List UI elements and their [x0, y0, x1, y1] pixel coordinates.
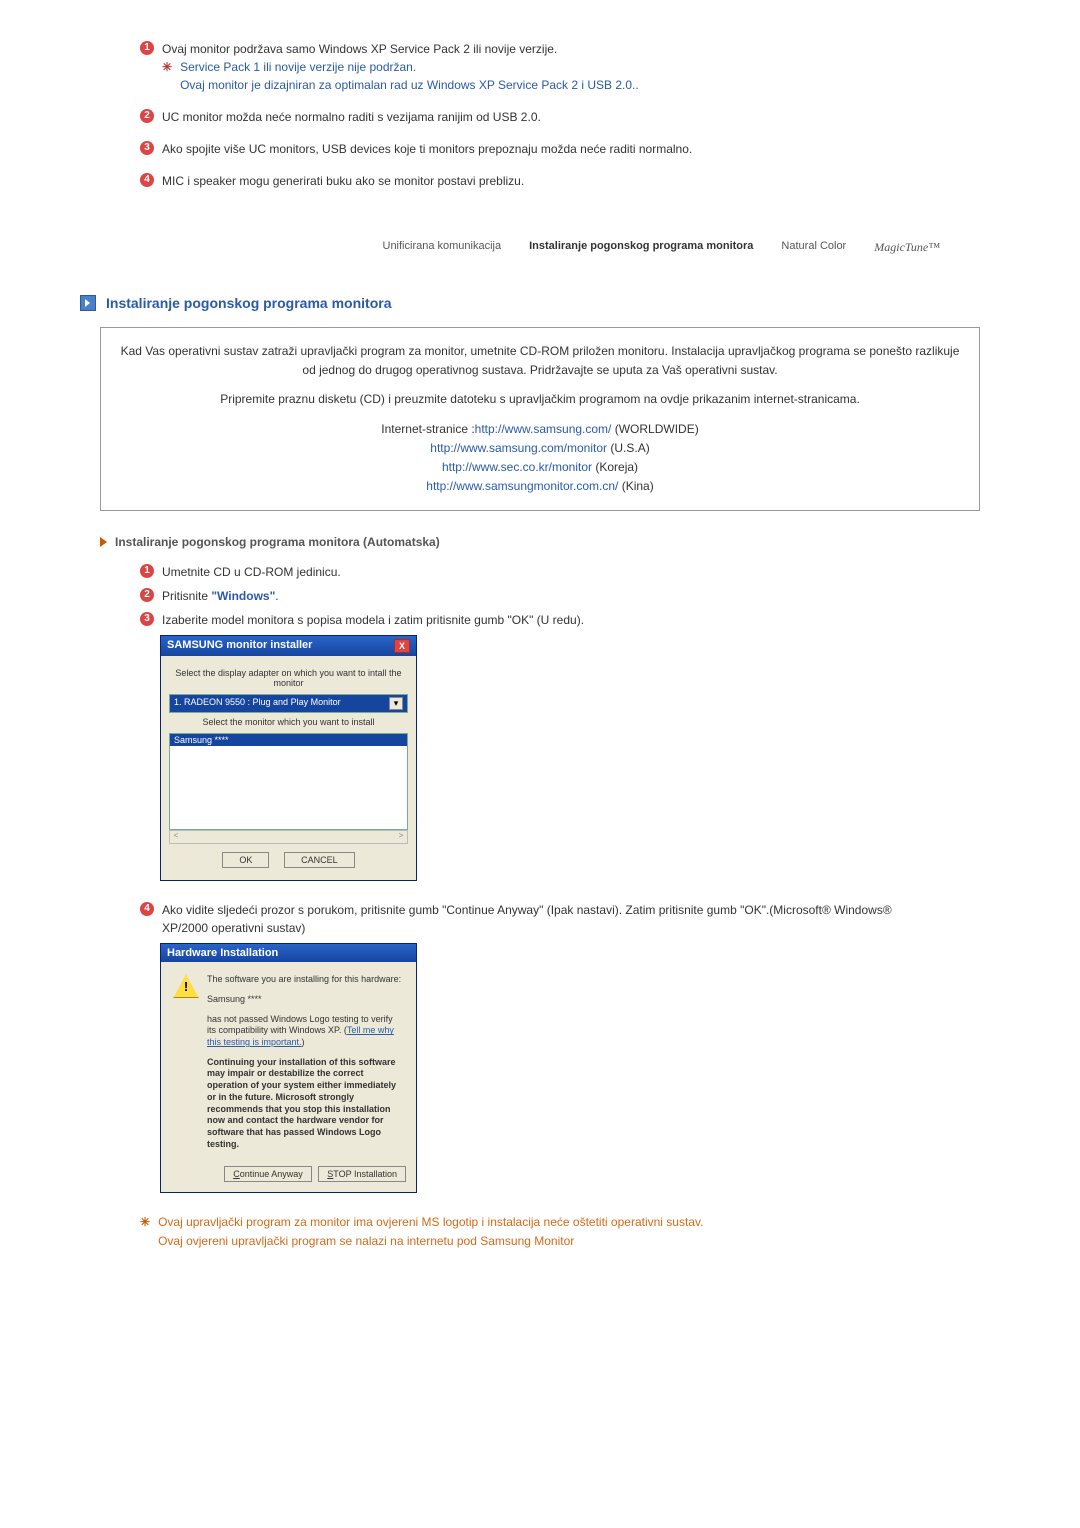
link-china-tag: (Kina) [618, 479, 653, 493]
top-notes: 1 Ovaj monitor podržava samo Windows XP … [140, 40, 940, 190]
hw-p2: Samsung **** [207, 994, 404, 1006]
link-korea[interactable]: http://www.sec.co.kr/monitor [442, 460, 592, 474]
hardware-install-dialog: Hardware Installation The software you a… [160, 943, 417, 1193]
asterisk-icon: ✳ [140, 1213, 150, 1251]
section-header: Instaliranje pogonskog programa monitora [80, 295, 1000, 311]
note-1: Ovaj monitor podržava samo Windows XP Se… [162, 40, 639, 58]
link-korea-tag: (Koreja) [592, 460, 638, 474]
ok-button[interactable]: OK [222, 852, 269, 868]
installer-label-monitor: Select the monitor which you want to ins… [169, 717, 408, 727]
warning-icon [173, 974, 199, 998]
subsection-title: Instaliranje pogonskog programa monitora… [115, 535, 440, 549]
section-arrow-icon [80, 295, 96, 311]
adapter-combobox[interactable]: 1. RADEON 9550 : Plug and Play Monitor ▾ [169, 694, 408, 713]
info-p2: Pripremite praznu disketu (CD) i preuzmi… [119, 390, 961, 409]
tab-magictune[interactable]: MagicTune™ [874, 240, 940, 255]
internet-links: Internet-stranice :http://www.samsung.co… [119, 420, 961, 497]
installer-dialog: SAMSUNG monitor installer X Select the d… [160, 635, 417, 881]
cancel-button[interactable]: CANCEL [284, 852, 355, 868]
subsection-header: Instaliranje pogonskog programa monitora… [100, 535, 980, 549]
bullet-1-icon: 1 [140, 41, 154, 55]
info-box: Kad Vas operativni sustav zatraži upravl… [100, 327, 980, 511]
section-title: Instaliranje pogonskog programa monitora [106, 295, 391, 311]
step-4-icon: 4 [140, 902, 154, 916]
hw-dialog-title: Hardware Installation [167, 947, 278, 959]
link-usa[interactable]: http://www.samsung.com/monitor [430, 441, 607, 455]
step-4: Ako vidite sljedeći prozor s porukom, pr… [162, 901, 940, 937]
note-1-sub2: Ovaj monitor je dizajniran za optimalan … [180, 76, 639, 94]
link-worldwide-tag: (WORLDWIDE) [611, 422, 698, 436]
step-3-icon: 3 [140, 612, 154, 626]
continue-anyway-button[interactable]: Continue Anyway [224, 1166, 312, 1182]
step-2-windows: "Windows" [211, 589, 275, 603]
installer-dialog-title: SAMSUNG monitor installer [167, 639, 312, 653]
horizontal-scrollbar[interactable]: <> [169, 830, 408, 844]
step-3: Izaberite model monitora s popisa modela… [162, 611, 584, 629]
installer-dialog-titlebar: SAMSUNG monitor installer X [161, 636, 416, 656]
list-item[interactable]: Samsung **** [170, 734, 407, 746]
link-worldwide[interactable]: http://www.samsung.com/ [475, 422, 612, 436]
step-1-icon: 1 [140, 564, 154, 578]
note-4: MIC i speaker mogu generirati buku ako s… [162, 172, 524, 190]
tab-natural-color[interactable]: Natural Color [781, 240, 846, 255]
info-p1: Kad Vas operativni sustav zatraži upravl… [119, 342, 961, 380]
hw-p3: has not passed Windows Logo testing to v… [207, 1014, 404, 1049]
hw-p4: Continuing your installation of this sof… [207, 1057, 404, 1151]
bullet-3-icon: 3 [140, 141, 154, 155]
note-1-block: Ovaj monitor podržava samo Windows XP Se… [162, 40, 639, 94]
link-usa-tag: (U.S.A) [607, 441, 650, 455]
hw-dialog-titlebar: Hardware Installation [161, 944, 416, 962]
hw-p1: The software you are installing for this… [207, 974, 404, 986]
footnote-line2: Ovaj ovjereni upravljački program se nal… [158, 1232, 703, 1251]
install-steps: 1 Umetnite CD u CD-ROM jedinicu. 2 Priti… [140, 563, 940, 1193]
link-china[interactable]: http://www.samsungmonitor.com.cn/ [426, 479, 618, 493]
step-1: Umetnite CD u CD-ROM jedinicu. [162, 563, 341, 581]
step-2-icon: 2 [140, 588, 154, 602]
note-2: UC monitor možda neće normalno raditi s … [162, 108, 541, 126]
tab-bar: Unificirana komunikacija Instaliranje po… [140, 240, 940, 255]
footnote: ✳ Ovaj upravljački program za monitor im… [140, 1213, 940, 1251]
bullet-4-icon: 4 [140, 173, 154, 187]
stop-installation-button[interactable]: STOP Installation [318, 1166, 406, 1182]
tab-install-driver[interactable]: Instaliranje pogonskog programa monitora [529, 240, 753, 255]
chevron-down-icon[interactable]: ▾ [389, 697, 403, 710]
asterisk-icon: ✳ [162, 58, 172, 94]
note-1-sub1: Service Pack 1 ili novije verzije nije p… [180, 58, 639, 76]
installer-label-adapter: Select the display adapter on which you … [169, 668, 408, 688]
step-2: Pritisnite "Windows". [162, 587, 279, 605]
close-icon[interactable]: X [394, 639, 410, 653]
tab-unified[interactable]: Unificirana komunikacija [383, 240, 502, 255]
bullet-2-icon: 2 [140, 109, 154, 123]
note-3: Ako spojite više UC monitors, USB device… [162, 140, 692, 158]
links-label: Internet-stranice : [381, 422, 474, 436]
monitor-listbox[interactable]: Samsung **** [169, 733, 408, 830]
chevron-right-icon [100, 537, 107, 547]
footnote-line1: Ovaj upravljački program za monitor ima … [158, 1213, 703, 1232]
